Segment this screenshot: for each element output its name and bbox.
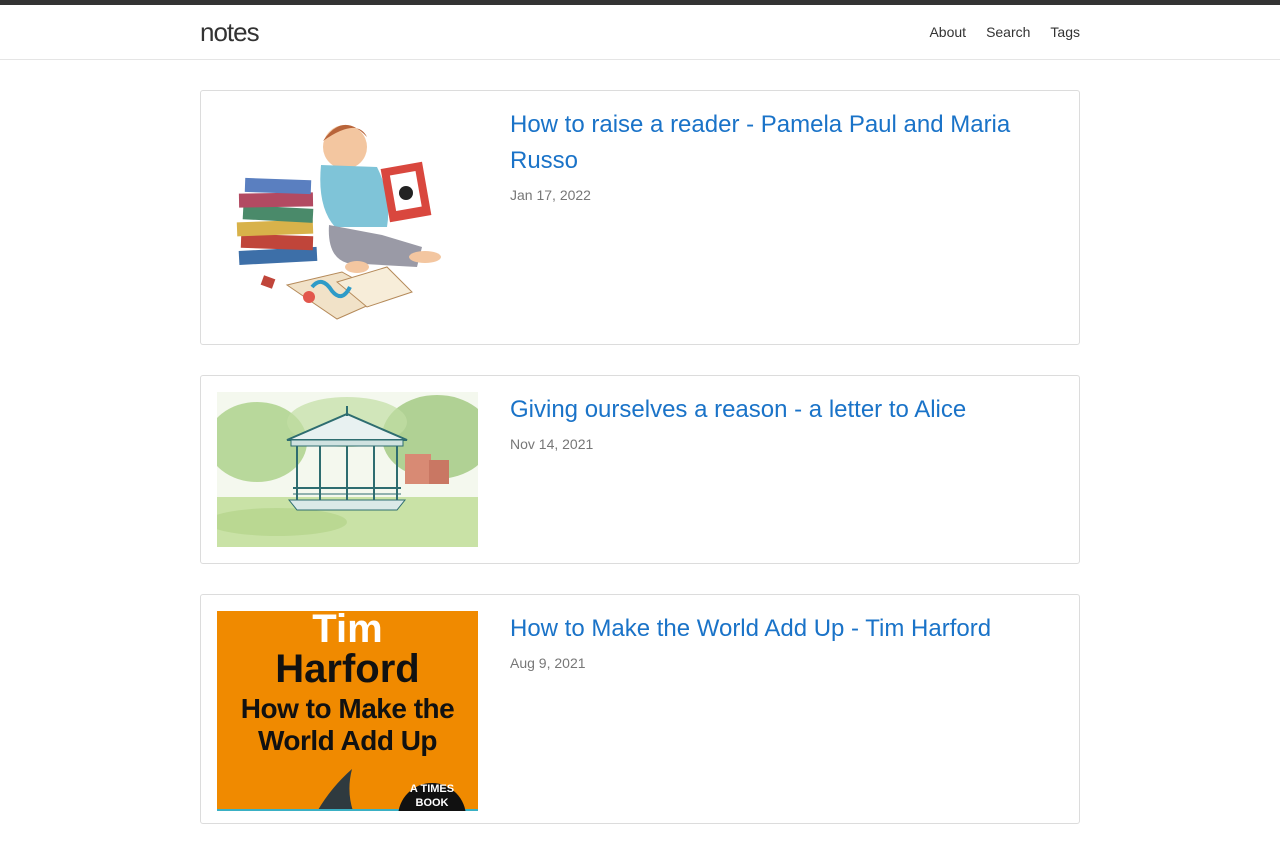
- post-body: How to raise a reader - Pamela Paul and …: [510, 107, 1039, 203]
- nav-tags[interactable]: Tags: [1050, 24, 1080, 40]
- post-date: Jan 17, 2022: [510, 187, 591, 203]
- cover-badge-line1: A TIMES: [409, 783, 455, 795]
- post-body: Giving ourselves a reason - a letter to …: [510, 392, 1039, 452]
- post-card: How to raise a reader - Pamela Paul and …: [200, 90, 1080, 345]
- post-thumbnail[interactable]: [207, 392, 492, 547]
- nav-about[interactable]: About: [929, 24, 966, 40]
- post-title-link[interactable]: How to raise a reader - Pamela Paul and …: [510, 107, 1039, 179]
- cover-title-line2: World Add Up: [257, 725, 438, 756]
- cover-badge-line2: BOOK: [415, 797, 449, 809]
- book-cover: Tim Harford How to Make the World Add Up…: [217, 611, 478, 811]
- cover-author-last: Harford: [275, 647, 420, 691]
- bandstand-watercolor: [207, 392, 492, 547]
- navbar: notes About Search Tags: [0, 5, 1280, 60]
- post-date: Aug 9, 2021: [510, 655, 586, 671]
- post-list: How to raise a reader - Pamela Paul and …: [200, 90, 1080, 854]
- nav-links: About Search Tags: [929, 24, 1080, 40]
- nav-search[interactable]: Search: [986, 24, 1030, 40]
- boy-reading-illustration: [236, 124, 441, 320]
- cover-author-first: Tim: [312, 611, 383, 651]
- post-title-link[interactable]: How to Make the World Add Up - Tim Harfo…: [510, 611, 1039, 647]
- post-title-link[interactable]: Giving ourselves a reason - a letter to …: [510, 392, 1039, 428]
- cover-title-line1: How to Make the: [240, 693, 455, 724]
- post-body: How to Make the World Add Up - Tim Harfo…: [510, 611, 1039, 671]
- post-thumbnail[interactable]: [217, 107, 478, 327]
- post-card: Tim Harford How to Make the World Add Up…: [200, 594, 1080, 824]
- post-date: Nov 14, 2021: [510, 436, 594, 452]
- site-brand[interactable]: notes: [200, 17, 260, 48]
- post-thumbnail[interactable]: Tim Harford How to Make the World Add Up…: [217, 611, 478, 811]
- post-card: Giving ourselves a reason - a letter to …: [200, 375, 1080, 564]
